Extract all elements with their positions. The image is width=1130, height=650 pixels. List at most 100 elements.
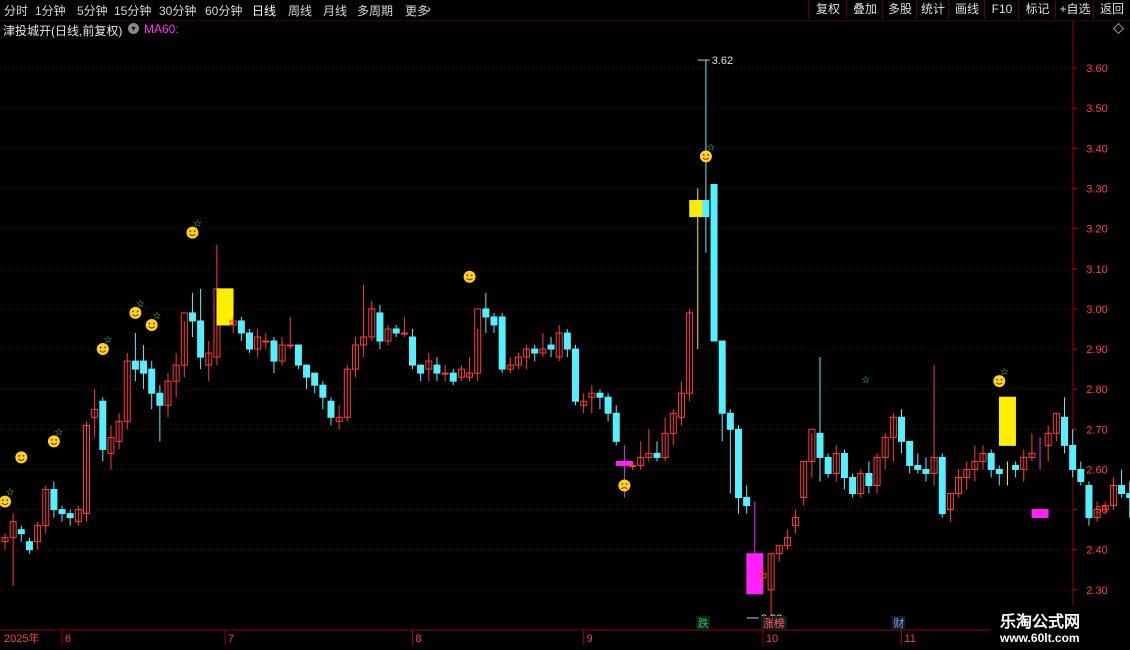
candle [327,397,335,426]
candle-body [726,412,734,430]
candle [580,393,588,414]
event-tag-label: 财 [893,616,904,630]
face-eye [6,499,9,501]
candle [254,328,262,358]
face-eye [621,483,624,485]
candle [710,183,718,342]
candle [441,365,449,382]
candle [1028,433,1036,462]
candle [514,353,522,370]
candle-body [392,328,400,334]
candle [74,505,82,526]
candle [164,373,172,418]
candle [107,425,115,470]
chevron-down-icon[interactable]: ▾ [128,23,139,34]
candle-body [441,372,449,375]
candle-body [710,183,718,342]
candle [922,457,930,482]
star-icon: ☆ [103,335,112,346]
diamond-icon[interactable] [1112,22,1125,35]
candle-body [66,513,74,519]
candle-body [140,360,148,374]
candle [131,332,139,382]
candle [351,337,359,378]
candle [604,393,612,422]
candle-body [922,468,930,474]
extreme-label: 3.62 [712,55,733,67]
candle [930,365,938,486]
candle [669,409,677,446]
candle [645,429,653,462]
candle-body [1031,509,1049,519]
event-tag[interactable]: 财 [891,616,906,630]
candle-body [816,432,824,458]
candle [34,521,42,550]
candle-body [449,372,457,382]
candle [783,529,791,550]
candle-body [498,316,506,370]
candle [1085,481,1093,526]
face-eye [466,274,469,277]
face-eye [18,455,20,457]
watermark-title: 乐淘公式网 [1000,614,1081,631]
candle [914,453,922,474]
candle [140,345,148,390]
event-tag[interactable]: 跌 [695,616,710,630]
candle [547,337,555,358]
star-icon: ☆ [1000,367,1009,378]
candle [995,465,1003,486]
star-icon: ☆ [6,488,15,499]
smiley-icon [463,270,476,283]
face-eye [99,346,102,349]
candle [1118,469,1126,498]
candle [955,469,963,498]
face-eye [136,310,139,313]
candle-body [400,332,408,335]
face-eye [1,499,4,501]
candle [474,308,482,382]
candle-body [572,348,579,402]
candle-body [409,336,416,366]
candle-body [270,340,278,362]
candle [278,337,286,366]
star-icon: ☆ [861,375,870,386]
candle-body [1077,468,1085,482]
candle-body [898,416,905,442]
high-price-marker: 3.62 [697,55,733,67]
candle [1,533,9,550]
candle [25,537,33,554]
candle-body [615,460,633,466]
candle-body [490,316,498,326]
candle-body [531,348,539,354]
candle [686,308,694,402]
candle [979,445,987,470]
candle [987,449,995,478]
candle-body [1085,485,1093,519]
y-tick-label: 3.50 [1086,103,1107,115]
candle [376,304,384,350]
face-eye [55,438,57,441]
candle [417,364,425,382]
candle [66,509,74,526]
candle-body [303,364,311,378]
candle [612,405,620,446]
candle-body [702,200,710,218]
candle [498,312,506,374]
candle [303,364,311,390]
candle [343,365,351,422]
candle [425,353,433,382]
candle-body [563,332,571,350]
candle-body [865,472,873,487]
candle [588,385,596,414]
candle-body [376,312,384,342]
event-tag[interactable]: 涨榜 [760,616,787,630]
star-icon: ☆ [706,142,715,153]
y-tick-label: 3.10 [1086,264,1107,276]
candle [335,405,343,430]
candle [881,433,889,470]
face-circle [15,451,28,464]
kline-chart[interactable]: 2.302.402.502.602.702.802.903.003.103.20… [0,0,1130,650]
event-tag-label: 涨榜 [763,616,785,630]
candle-body [433,364,441,374]
face-eye [707,153,709,156]
